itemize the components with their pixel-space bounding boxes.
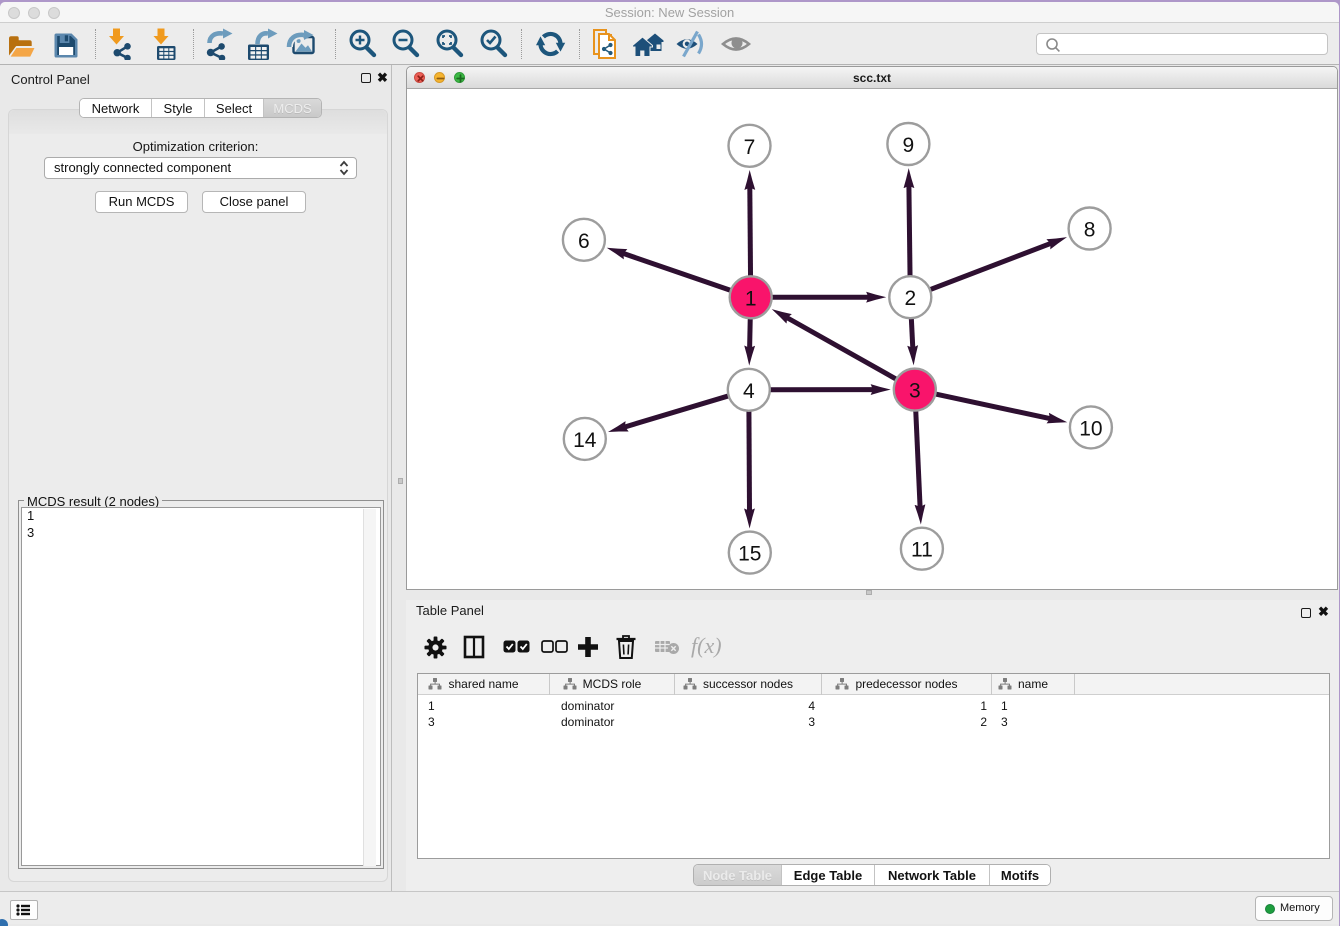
svg-text:4: 4 [743, 380, 755, 403]
svg-text:1: 1 [745, 287, 757, 310]
svg-text:6: 6 [578, 230, 590, 253]
svg-text:3: 3 [909, 380, 921, 403]
svg-text:15: 15 [738, 543, 761, 566]
svg-text:7: 7 [744, 136, 756, 159]
svg-text:8: 8 [1084, 219, 1096, 242]
svg-text:2: 2 [904, 287, 916, 310]
svg-text:11: 11 [911, 539, 933, 562]
svg-text:9: 9 [903, 134, 915, 157]
svg-text:10: 10 [1079, 417, 1102, 440]
svg-text:14: 14 [573, 429, 597, 452]
